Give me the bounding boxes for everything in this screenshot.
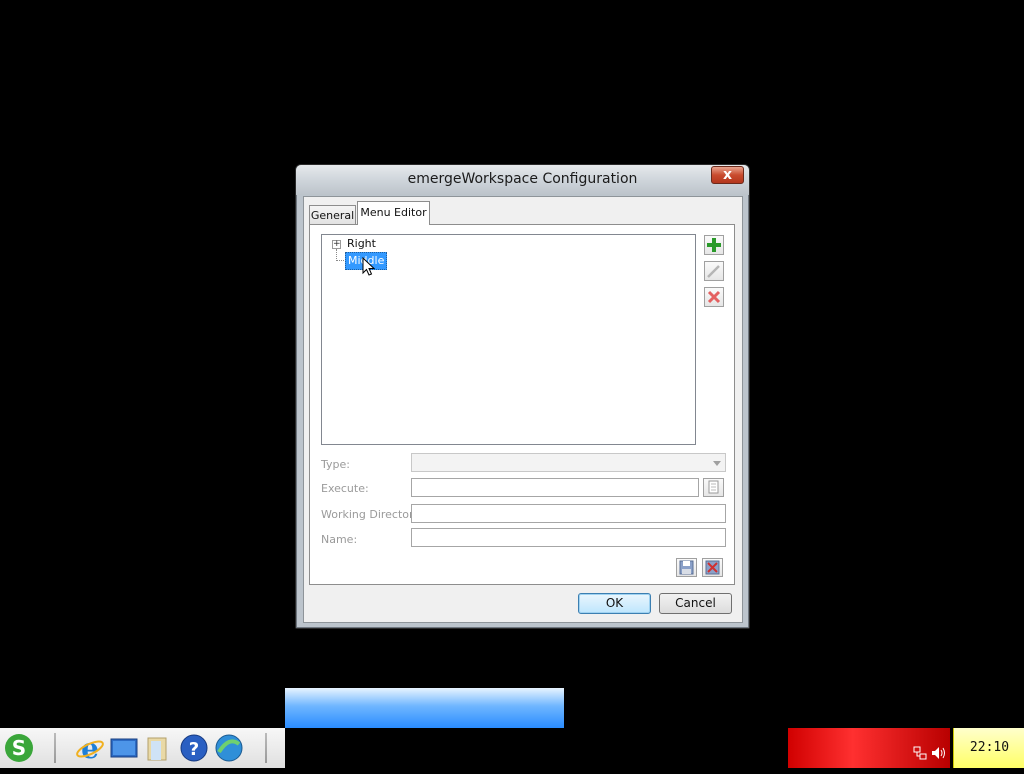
edit-pencil-icon <box>707 265 720 278</box>
working-directory-input[interactable] <box>411 504 726 523</box>
menu-tree[interactable]: + Right Middle <box>321 234 696 445</box>
delete-item-button[interactable] <box>704 287 724 307</box>
mouse-cursor-icon <box>362 257 376 276</box>
desktop-icon[interactable] <box>108 732 140 764</box>
dialog-client-area: General Menu Editor + Right Middle <box>303 196 743 623</box>
svg-text:S: S <box>12 736 26 760</box>
taskbar-launcher-area: S e ? <box>0 728 285 768</box>
tab-menu-editor[interactable]: Menu Editor <box>357 201 430 225</box>
name-label: Name: <box>321 533 358 546</box>
tree-item-right[interactable]: Right <box>347 237 376 250</box>
dialog-titlebar[interactable]: emergeWorkspace Configuration x <box>296 165 749 195</box>
system-tray <box>788 728 950 768</box>
taskbar: S e ? 22:10 <box>0 728 1024 768</box>
ie-browser-icon[interactable]: e <box>74 732 106 765</box>
config-dialog: emergeWorkspace Configuration x General … <box>295 164 750 629</box>
tree-line <box>337 260 344 261</box>
delete-x-icon <box>707 290 721 304</box>
cancel-button[interactable]: Cancel <box>659 593 732 614</box>
menu-editor-panel: + Right Middle Type: <box>309 224 735 585</box>
execute-label: Execute: <box>321 482 369 495</box>
taskbar-separator <box>54 733 56 763</box>
expand-plus-icon[interactable]: + <box>332 240 341 249</box>
discard-item-button[interactable] <box>702 558 723 577</box>
tab-general[interactable]: General <box>309 205 356 224</box>
save-item-button[interactable] <box>676 558 697 577</box>
close-button[interactable]: x <box>711 166 744 184</box>
discard-disk-icon <box>705 560 720 575</box>
add-item-button[interactable] <box>704 235 724 255</box>
taskbar-separator <box>265 733 267 763</box>
volume-icon[interactable] <box>931 746 947 760</box>
edit-item-button[interactable] <box>704 261 724 281</box>
ok-button[interactable]: OK <box>578 593 651 614</box>
document-icon <box>708 480 719 494</box>
add-plus-icon <box>707 238 721 252</box>
svg-text:e: e <box>81 732 99 764</box>
execute-input[interactable] <box>411 478 699 497</box>
dialog-title: emergeWorkspace Configuration <box>407 171 638 187</box>
network-icon[interactable] <box>913 746 927 760</box>
blue-panel <box>285 688 564 728</box>
close-icon: x <box>722 167 733 183</box>
help-icon[interactable]: ? <box>178 732 210 764</box>
name-input[interactable] <box>411 528 726 547</box>
emerge-s-icon[interactable]: S <box>3 732 35 764</box>
svg-text:?: ? <box>189 739 199 760</box>
browse-file-button[interactable] <box>703 478 724 497</box>
chevron-down-icon <box>713 461 721 466</box>
globe-icon[interactable] <box>213 732 245 764</box>
folder-icon[interactable] <box>142 732 174 764</box>
working-directory-label: Working Directory: <box>321 508 423 521</box>
type-select[interactable] <box>411 453 726 472</box>
save-disk-icon <box>679 560 694 575</box>
type-label: Type: <box>321 458 350 471</box>
clock[interactable]: 22:10 <box>953 728 1024 768</box>
